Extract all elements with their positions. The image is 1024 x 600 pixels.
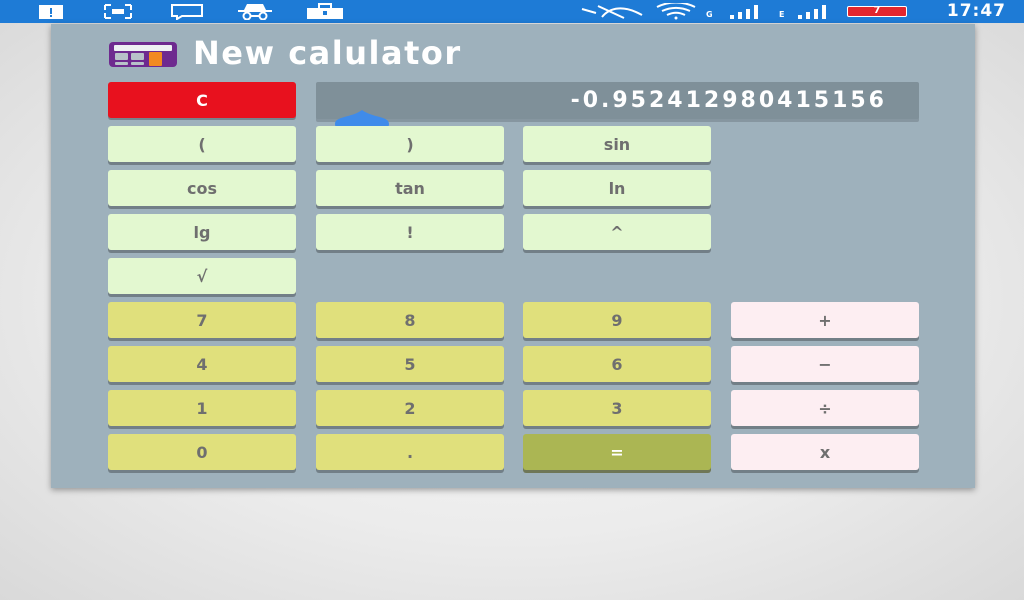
power-button[interactable]: ^: [523, 214, 711, 250]
open-paren-button[interactable]: (: [108, 126, 296, 162]
cos-button[interactable]: cos: [108, 170, 296, 206]
signal-icon: [728, 3, 764, 20]
digit-1-button[interactable]: 1: [108, 390, 296, 426]
result-display[interactable]: -0.952412980415156: [316, 82, 919, 119]
screenshot-icon: [103, 3, 133, 20]
lg-button[interactable]: lg: [108, 214, 296, 250]
briefcase-icon: [305, 3, 345, 20]
network-type-label-g: G: [706, 10, 713, 19]
app-title: New calulator: [193, 34, 462, 72]
divide-button[interactable]: ÷: [731, 390, 919, 426]
clear-button[interactable]: C: [108, 82, 296, 118]
calculator-icon: [109, 42, 177, 67]
add-button[interactable]: +: [731, 302, 919, 338]
factorial-button[interactable]: !: [316, 214, 504, 250]
sin-button[interactable]: sin: [523, 126, 711, 162]
incognito-icon: [234, 3, 276, 20]
digit-6-button[interactable]: 6: [523, 346, 711, 382]
sqrt-button[interactable]: √: [108, 258, 296, 294]
signal-icon: [796, 3, 832, 20]
data-off-icon: [580, 3, 646, 20]
digit-9-button[interactable]: 9: [523, 302, 711, 338]
battery-level: 7: [873, 5, 881, 16]
digit-0-button[interactable]: 0: [108, 434, 296, 470]
subtract-button[interactable]: −: [731, 346, 919, 382]
digit-4-button[interactable]: 4: [108, 346, 296, 382]
tan-button[interactable]: tan: [316, 170, 504, 206]
notification-icon: [38, 3, 64, 20]
decimal-point-button[interactable]: .: [316, 434, 504, 470]
status-bar: G E 7 17:47: [0, 0, 1024, 23]
digit-7-button[interactable]: 7: [108, 302, 296, 338]
digit-3-button[interactable]: 3: [523, 390, 711, 426]
equals-button[interactable]: =: [523, 434, 711, 470]
clock: 17:47: [946, 1, 1006, 21]
close-paren-button[interactable]: ): [316, 126, 504, 162]
message-icon: [170, 3, 204, 20]
network-type-label-e: E: [779, 10, 785, 19]
ln-button[interactable]: ln: [523, 170, 711, 206]
calculator-window: New calulator C -0.952412980415156 ( ) s…: [51, 24, 975, 488]
multiply-button[interactable]: x: [731, 434, 919, 470]
digit-8-button[interactable]: 8: [316, 302, 504, 338]
digit-5-button[interactable]: 5: [316, 346, 504, 382]
result-value: -0.952412980415156: [570, 88, 887, 113]
wifi-icon: [655, 3, 697, 20]
digit-2-button[interactable]: 2: [316, 390, 504, 426]
battery-icon: 7: [847, 5, 907, 17]
